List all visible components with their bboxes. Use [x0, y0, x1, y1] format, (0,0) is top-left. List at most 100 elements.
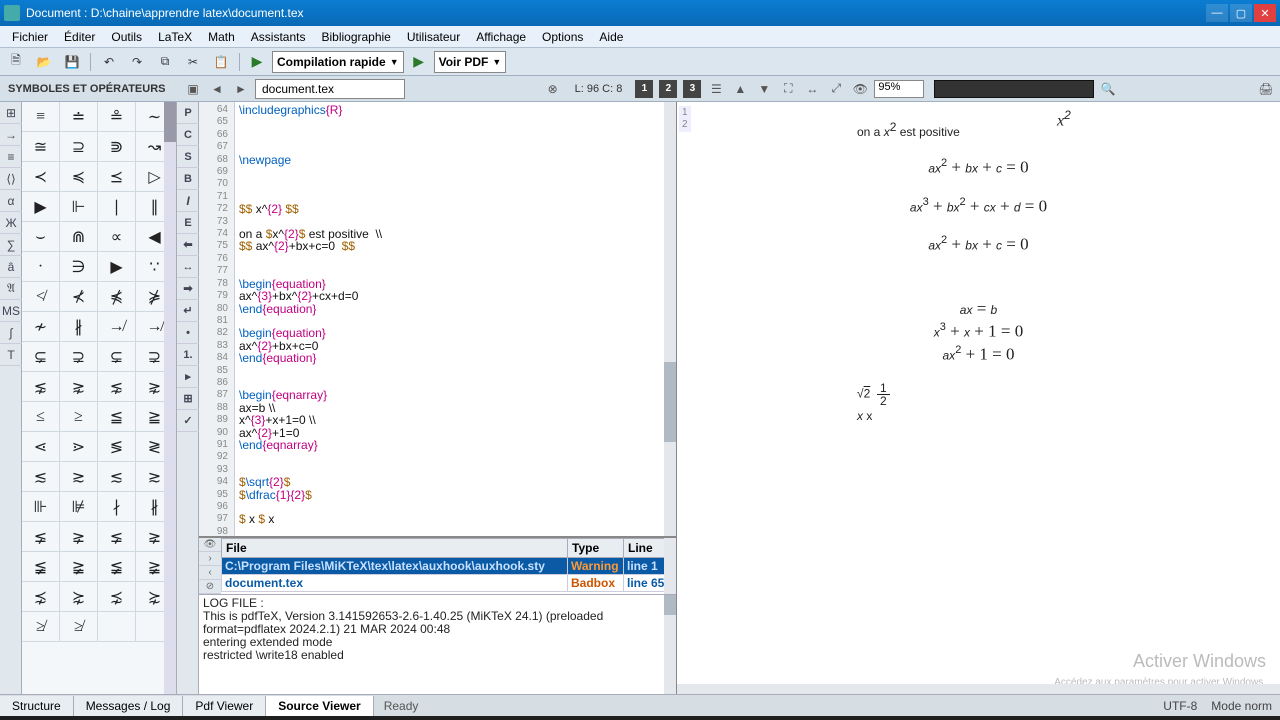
- fit-width-button[interactable]: ↔: [802, 79, 822, 99]
- pdf-search-input[interactable]: [934, 80, 1094, 98]
- close-doc-button[interactable]: ⊗: [543, 79, 563, 99]
- log-scrollbar[interactable]: [664, 595, 676, 694]
- message-row[interactable]: document.tex Badbox line 65: [222, 575, 676, 592]
- close-button[interactable]: ✕: [1254, 4, 1276, 22]
- symbol-cell[interactable]: ·: [22, 252, 60, 281]
- symbol-cell[interactable]: ⊊: [22, 342, 60, 371]
- symbol-cell[interactable]: ∋: [60, 252, 98, 281]
- cat-cyrillic-button[interactable]: Ж: [0, 212, 22, 234]
- symbol-cell[interactable]: ≩: [60, 552, 98, 581]
- symbol-cell[interactable]: ⪈: [60, 522, 98, 551]
- cat-ms-button[interactable]: MS: [0, 300, 22, 322]
- eye-icon[interactable]: 👁: [199, 538, 221, 552]
- section-button[interactable]: S: [177, 146, 199, 168]
- toggle-sidebar-button[interactable]: ▣: [183, 79, 203, 99]
- mode-1-badge[interactable]: 1: [635, 80, 653, 98]
- right-align-button[interactable]: ➡: [177, 278, 199, 300]
- cat-relations-button[interactable]: ⊞: [0, 102, 22, 124]
- minimize-button[interactable]: —: [1206, 4, 1228, 22]
- symbol-cell[interactable]: ≮: [22, 282, 60, 311]
- itemize-button[interactable]: •: [177, 322, 199, 344]
- pdf-down-button[interactable]: ▼: [754, 79, 774, 99]
- symbol-cell[interactable]: ⪇: [98, 522, 136, 551]
- symbol-cell[interactable]: ≺: [22, 162, 60, 191]
- expand-icon[interactable]: ›: [199, 552, 221, 566]
- symbol-cell[interactable]: ⊪: [22, 492, 60, 521]
- mode-3-badge[interactable]: 3: [683, 80, 701, 98]
- symbol-cell[interactable]: ⋗: [60, 432, 98, 461]
- symbol-cell[interactable]: ⪇: [22, 522, 60, 551]
- cat-delimiters-button[interactable]: ⟨⟩: [0, 168, 22, 190]
- symbol-cell[interactable]: ≦: [98, 402, 136, 431]
- symbol-cell[interactable]: ⋦: [22, 372, 60, 401]
- cut-button[interactable]: ✂: [181, 51, 205, 73]
- menu-utilisateur[interactable]: Utilisateur: [399, 28, 468, 46]
- symbol-cell[interactable]: ⊊: [98, 342, 136, 371]
- nav-back-button[interactable]: ◄: [207, 79, 227, 99]
- document-selector[interactable]: document.tex: [255, 79, 405, 99]
- close-messages-icon[interactable]: ⊘: [199, 580, 221, 594]
- symbol-cell[interactable]: ≲: [98, 462, 136, 491]
- chapter-button[interactable]: C: [177, 124, 199, 146]
- enumerate-button[interactable]: 1.: [177, 344, 199, 366]
- symbol-cell[interactable]: ⊯: [60, 492, 98, 521]
- symbol-cell[interactable]: ▶: [98, 252, 136, 281]
- fit-page-button[interactable]: ⛶: [778, 79, 798, 99]
- menu-latex[interactable]: LaTeX: [150, 28, 200, 46]
- zoom-combo[interactable]: 95%: [874, 80, 924, 98]
- symbol-cell[interactable]: ∦: [60, 312, 98, 341]
- symbol-cell[interactable]: ∤: [98, 492, 136, 521]
- code-content[interactable]: \includegraphics{R} \newpage $$ x^{2} $$…: [235, 102, 676, 536]
- emph-button[interactable]: E: [177, 212, 199, 234]
- cat-greek-button[interactable]: α: [0, 190, 22, 212]
- view-mode-dropdown[interactable]: Voir PDF ▼: [434, 51, 507, 73]
- symbol-cell[interactable]: ⌣: [22, 222, 60, 251]
- pdf-preview[interactable]: 1 2 x2 on a x2 est positive ax2 + bx + c…: [677, 102, 1280, 694]
- symbol-cell[interactable]: ≐: [60, 102, 98, 131]
- messages-table[interactable]: File Type Line C:\Program Files\MiKTeX\t…: [221, 538, 676, 594]
- menu-assistants[interactable]: Assistants: [243, 28, 314, 46]
- log-output[interactable]: LOG FILE : This is pdfTeX, Version 3.141…: [199, 594, 676, 694]
- part-button[interactable]: P: [177, 102, 199, 124]
- mode-2-badge[interactable]: 2: [659, 80, 677, 98]
- tab-messages[interactable]: Messages / Log: [74, 696, 184, 716]
- symbol-cell[interactable]: ⋦: [98, 372, 136, 401]
- symbol-cell[interactable]: ⪯: [98, 162, 136, 191]
- open-file-button[interactable]: 📂: [32, 51, 56, 73]
- synctex-button[interactable]: 👁: [850, 79, 870, 99]
- save-button[interactable]: 💾: [60, 51, 84, 73]
- menu-editer[interactable]: Éditer: [56, 28, 103, 46]
- nav-forward-button[interactable]: ►: [231, 79, 251, 99]
- center-button[interactable]: ↔: [177, 256, 199, 278]
- symbols-scrollbar[interactable]: [164, 102, 176, 694]
- symbol-cell[interactable]: ⋖: [22, 432, 60, 461]
- symbol-cell[interactable]: ≼: [60, 162, 98, 191]
- collapse-icon[interactable]: ‹: [199, 566, 221, 580]
- cat-arrows-button[interactable]: →: [0, 124, 22, 146]
- menu-math[interactable]: Math: [200, 28, 243, 46]
- menu-options[interactable]: Options: [534, 28, 591, 46]
- messages-scrollbar[interactable]: [664, 538, 676, 594]
- symbol-cell[interactable]: ∝: [98, 222, 136, 251]
- copy-button[interactable]: ⧉: [153, 51, 177, 73]
- symbol-cell[interactable]: ≡: [22, 102, 60, 131]
- symbol-cell[interactable]: ≱: [22, 612, 60, 641]
- symbol-cell[interactable]: ⋠: [98, 282, 136, 311]
- symbol-cell[interactable]: ≅: [22, 132, 60, 161]
- symbol-cell[interactable]: ≲: [22, 462, 60, 491]
- pdf-up-button[interactable]: ▲: [730, 79, 750, 99]
- symbol-cell[interactable]: ≨: [98, 552, 136, 581]
- symbol-cell[interactable]: ≥: [60, 402, 98, 431]
- symbol-cell[interactable]: ≁: [22, 312, 60, 341]
- menu-aide[interactable]: Aide: [591, 28, 631, 46]
- cat-accents-button[interactable]: â: [0, 256, 22, 278]
- pdf-hscrollbar[interactable]: [677, 684, 1280, 694]
- italic-button[interactable]: I: [177, 190, 199, 212]
- code-editor[interactable]: 64 65 66 67 68 69 70 71 72 73 74 75 76 7…: [199, 102, 676, 536]
- maximize-button[interactable]: ▢: [1230, 4, 1252, 22]
- menu-affichage[interactable]: Affichage: [468, 28, 534, 46]
- redo-button[interactable]: ↷: [125, 51, 149, 73]
- symbol-cell[interactable]: [98, 612, 136, 641]
- symbol-cell[interactable]: ⋨: [98, 582, 136, 611]
- symbol-cell[interactable]: ⋧: [60, 372, 98, 401]
